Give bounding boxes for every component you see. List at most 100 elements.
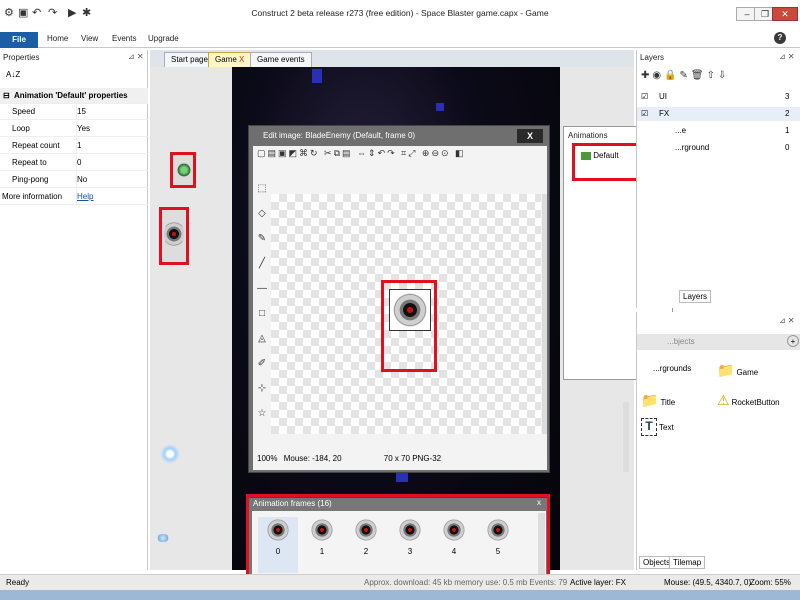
green-enemy-sprite bbox=[177, 163, 191, 177]
animation-item-default[interactable]: Default bbox=[581, 151, 619, 160]
property-value[interactable]: 15 bbox=[76, 104, 86, 120]
dialog-close-button[interactable]: X bbox=[517, 129, 543, 143]
property-key: Speed bbox=[12, 107, 36, 116]
property-value[interactable]: Yes bbox=[76, 121, 90, 137]
layer-name: UI bbox=[659, 92, 667, 101]
layer-name: ...e bbox=[675, 126, 687, 135]
property-row[interactable]: Repeat count 1 bbox=[0, 138, 148, 154]
checkbox-icon[interactable]: ☑ bbox=[641, 90, 648, 104]
object-label: Title bbox=[660, 398, 676, 407]
taskbar bbox=[0, 590, 800, 600]
blade-enemy-sprite bbox=[164, 220, 184, 248]
animations-title: Animations bbox=[568, 131, 608, 140]
glow-sprite bbox=[156, 534, 170, 542]
properties-title: Properties bbox=[3, 53, 40, 62]
layer-row[interactable]: ...rground 0 bbox=[637, 141, 800, 155]
property-value[interactable]: No bbox=[76, 172, 87, 188]
property-row[interactable]: More information Help bbox=[0, 189, 148, 205]
layer-row[interactable]: ☑ UI 3 bbox=[637, 90, 800, 104]
tab-game-events[interactable]: Game events bbox=[250, 52, 312, 67]
property-value[interactable]: 0 bbox=[76, 155, 81, 171]
objects-panel: ⊿ ✕ ...bjects + ...rgrounds 📁 Game 📁 Title… bbox=[623, 312, 800, 570]
property-value[interactable]: 1 bbox=[76, 138, 81, 154]
object-item[interactable]: 📁 Game bbox=[717, 362, 758, 379]
tab-tilemap[interactable]: Tilemap bbox=[669, 556, 706, 569]
objects-header: ...bjects + bbox=[637, 334, 800, 350]
sprite-frame bbox=[389, 289, 431, 331]
image-status: 100% Mouse: -184, 20 70 x 70 PNG-32 bbox=[257, 452, 543, 466]
property-key: Loop bbox=[12, 124, 30, 133]
object-label: RocketButton bbox=[731, 398, 780, 407]
pin-icon[interactable]: ⊿ ✕ bbox=[128, 52, 144, 61]
tab-upgrade[interactable]: Upgrade bbox=[148, 34, 179, 43]
object-label: ...rgrounds bbox=[653, 364, 692, 373]
animation-icon bbox=[581, 151, 591, 160]
layers-toolbar[interactable]: ✚◉🔒✎🗑⇧⇩ bbox=[641, 70, 729, 81]
add-object-icon[interactable]: + bbox=[787, 335, 799, 347]
mouse-position: Mouse: -184, 20 bbox=[283, 454, 342, 463]
ribbon: File Home View Events Upgrade bbox=[0, 30, 800, 48]
layer-name: ...rground bbox=[675, 143, 710, 152]
animation-label: Default bbox=[593, 151, 619, 160]
tab-label: Game bbox=[215, 55, 237, 64]
star-sprite bbox=[312, 69, 322, 83]
file-tab[interactable]: File bbox=[0, 32, 38, 48]
warning-icon: ⚠ bbox=[717, 392, 730, 408]
document-tabs: Start page Game X Game events bbox=[150, 50, 634, 67]
blade-enemy-image bbox=[393, 293, 427, 327]
tab-game[interactable]: Game X bbox=[208, 52, 252, 67]
tab-view[interactable]: View bbox=[81, 34, 98, 43]
sort-icon[interactable]: A↓Z bbox=[6, 70, 20, 79]
dialog-body: ▢▤▣◩⌘↻ ✂⧉▤ ⇔⇕↶↷ ⌗⤢ ⊕⊖⊙ ◧ ⬚ ◇ ✎ ╱ — □ ◬ ✐ ⊹ ☆ 100%… bbox=[253, 146, 547, 470]
layer-index: 3 bbox=[785, 92, 790, 101]
tab-home[interactable]: Home bbox=[47, 34, 68, 43]
text-object-icon: T bbox=[641, 418, 657, 436]
property-row[interactable]: Ping-pong No bbox=[0, 172, 148, 188]
enemy-sprite-highlight[interactable] bbox=[170, 152, 196, 188]
tab-close-icon[interactable]: X bbox=[239, 55, 244, 64]
image-toolbar[interactable]: ▢▤▣◩⌘↻ ✂⧉▤ ⇔⇕↶↷ ⌗⤢ ⊕⊖⊙ ◧ bbox=[257, 148, 466, 164]
more-info-label: More information bbox=[2, 192, 63, 201]
layer-row[interactable]: ...e 1 bbox=[637, 124, 800, 138]
glow-sprite bbox=[160, 444, 180, 464]
image-size: 70 x 70 PNG-32 bbox=[383, 454, 442, 463]
status-ready: Ready bbox=[6, 578, 30, 587]
help-link[interactable]: Help bbox=[76, 189, 93, 205]
checkbox-icon[interactable]: ☑ bbox=[641, 107, 648, 121]
property-row[interactable]: Loop Yes bbox=[0, 121, 148, 137]
layer-index: 1 bbox=[785, 126, 790, 135]
tab-label: Game events bbox=[257, 55, 305, 64]
object-item[interactable]: ⚠ RocketButton bbox=[717, 392, 780, 409]
status-zoom: Zoom: 55% bbox=[750, 578, 791, 587]
property-row[interactable]: Repeat to 0 bbox=[0, 155, 148, 171]
property-row[interactable]: Speed 15 bbox=[0, 104, 148, 120]
close-button[interactable]: ✕ bbox=[772, 7, 798, 21]
drawing-tools[interactable]: ⬚ ◇ ✎ ╱ — □ ◬ ✐ ⊹ ☆ bbox=[255, 176, 269, 436]
status-active-layer: Active layer: FX bbox=[570, 578, 627, 587]
pin-icon[interactable]: ⊿ ✕ bbox=[779, 52, 795, 61]
star-sprite bbox=[436, 103, 444, 111]
blade-enemy-highlight[interactable] bbox=[159, 207, 189, 265]
tab-events[interactable]: Events bbox=[112, 34, 136, 43]
object-label: Game bbox=[736, 368, 759, 377]
sprite-highlight bbox=[381, 280, 437, 372]
tab-layers[interactable]: Layers bbox=[679, 290, 712, 303]
status-mouse: Mouse: (49.5, 4340.7, 0) bbox=[664, 578, 752, 587]
layers-panel: Layers ⊿ ✕ ✚◉🔒✎🗑⇧⇩ ☑ UI 3 ☑ FX 2 ...e 1 ...rg… bbox=[636, 50, 800, 308]
frames-highlight bbox=[246, 494, 550, 583]
layer-index: 2 bbox=[785, 109, 790, 118]
object-item[interactable]: 📁 Title bbox=[641, 392, 675, 409]
section-header[interactable]: ⊟ Animation 'Default' properties bbox=[0, 88, 148, 104]
canvas-scrollbar[interactable] bbox=[542, 194, 547, 434]
pin-icon[interactable]: ⊿ ✕ bbox=[779, 316, 795, 325]
object-item[interactable]: T Text bbox=[641, 418, 674, 436]
zoom-level: 100% bbox=[257, 454, 278, 463]
objects-header-label: ...bjects bbox=[667, 337, 695, 346]
help-icon[interactable]: ? bbox=[774, 32, 786, 44]
collapse-icon[interactable]: ⊟ bbox=[3, 88, 10, 104]
scrollbar[interactable] bbox=[623, 402, 629, 472]
tab-label: Start page bbox=[171, 55, 208, 64]
layer-row[interactable]: ☑ FX 2 bbox=[637, 107, 800, 121]
status-bar: Ready Approx. download: 45 kb memory use… bbox=[0, 574, 800, 590]
dialog-title: Edit image: BladeEnemy (Default, frame 0… bbox=[263, 131, 416, 140]
